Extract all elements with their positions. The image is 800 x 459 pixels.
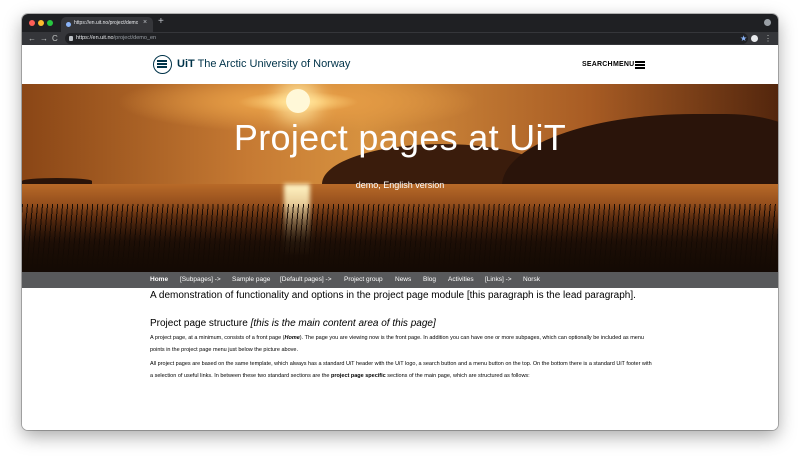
nav-item-default-pages[interactable]: [Default pages] -> [280, 276, 332, 283]
favicon-icon [66, 22, 71, 27]
nav-item-norsk[interactable]: Norsk [523, 276, 540, 283]
profile-avatar-icon[interactable] [751, 35, 758, 42]
body-paragraph: All project pages are based on the same … [150, 361, 652, 379]
browser-toolbar: ← → C https://en.uit.no/project/demo_en … [22, 32, 778, 45]
bookmark-star-icon[interactable]: ★ [740, 32, 747, 45]
forward-arrow-icon[interactable]: → [40, 33, 48, 44]
site-header: UiT The Arctic University of Norway SEAR… [22, 45, 778, 84]
hero-banner: Project pages at UiT demo, English versi… [22, 84, 778, 272]
menu-button[interactable]: MENU [613, 61, 634, 68]
site-logo-text[interactable]: UiT The Arctic University of Norway [177, 58, 350, 70]
lock-icon[interactable] [69, 36, 73, 41]
browser-tab[interactable]: https://en.uit.no/project/demo... × [61, 17, 153, 32]
new-tab-icon[interactable]: + [158, 16, 164, 28]
nav-item-links[interactable]: [Links] -> [485, 276, 512, 283]
nav-item-home[interactable]: Home [150, 276, 168, 283]
tab-search-icon[interactable] [764, 19, 771, 26]
hamburger-icon[interactable] [635, 61, 645, 69]
grass-image [22, 204, 778, 272]
nav-item-project-group[interactable]: Project group [344, 276, 383, 283]
uit-logo-icon[interactable] [153, 55, 172, 74]
back-arrow-icon[interactable]: ← [28, 33, 36, 44]
minimize-window-icon[interactable] [38, 20, 44, 26]
body-paragraph: A project page, at a minimum, consists o… [150, 335, 644, 353]
close-window-icon[interactable] [29, 20, 35, 26]
lead-paragraph: A demonstration of functionality and opt… [150, 290, 636, 301]
search-button[interactable]: SEARCH [582, 61, 613, 68]
web-page: UiT The Arctic University of Norway SEAR… [22, 45, 778, 430]
address-bar[interactable]: https://en.uit.no/project/demo_en [65, 33, 748, 44]
tab-title: https://en.uit.no/project/demo... [74, 20, 138, 26]
maximize-window-icon[interactable] [47, 20, 53, 26]
project-nav: Home [Subpages] -> Sample page [Default … [22, 272, 778, 288]
browser-window: https://en.uit.no/project/demo... × + ← … [22, 14, 778, 430]
hero-title: Project pages at UiT [233, 117, 567, 158]
nav-item-activities[interactable]: Activities [448, 276, 474, 283]
browser-menu-icon[interactable]: ⋮ [764, 32, 772, 45]
hero-subtitle: demo, English version [355, 180, 445, 190]
nav-item-blog[interactable]: Blog [423, 276, 436, 283]
nav-item-subpages[interactable]: [Subpages] -> [180, 276, 221, 283]
reload-icon[interactable]: C [52, 33, 58, 44]
nav-item-news[interactable]: News [395, 276, 411, 283]
section-heading: Project page structure [this is the main… [150, 318, 436, 329]
tab-strip: https://en.uit.no/project/demo... × + [22, 14, 778, 32]
tab-close-icon[interactable]: × [143, 19, 147, 27]
nav-item-sample-page[interactable]: Sample page [232, 276, 270, 283]
sun-image [286, 89, 310, 113]
url-text[interactable]: https://en.uit.no/project/demo_en [76, 35, 156, 41]
